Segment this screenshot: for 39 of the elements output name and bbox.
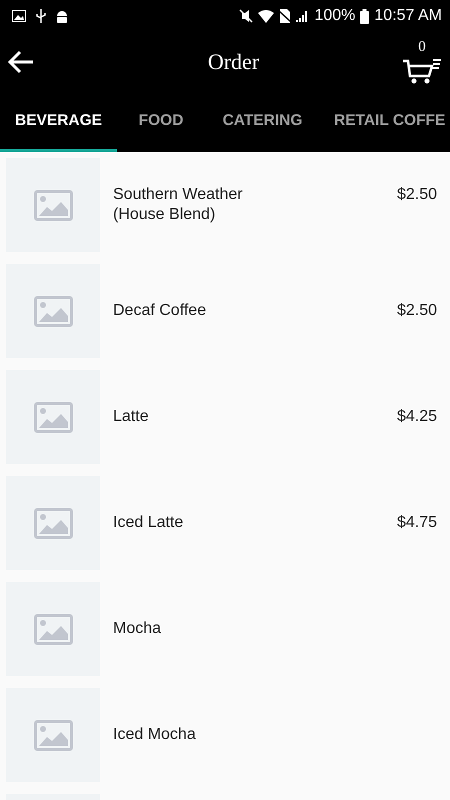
usb-icon [36,9,46,23]
page-title: Order [208,49,260,75]
item-price: $2.50 [396,301,437,321]
signal-icon [296,10,310,22]
android-icon [56,10,68,22]
item-price: $4.25 [396,407,437,427]
item-name: Mocha [113,619,162,639]
item-name: Iced Mocha [113,725,196,745]
menu-item[interactable]: Decaf Coffee $2.50 [0,258,450,364]
item-price: $2.50 [396,185,437,205]
item-name: Decaf Coffee [113,301,206,321]
no-sim-icon [279,9,292,23]
category-tab[interactable]: RETAIL COFFE [320,92,446,152]
clock-time: 10:57 AM [374,7,442,25]
battery-percent: 100% [314,7,356,25]
menu-item[interactable]: Iced Mocha [0,682,450,788]
item-name: Southern Weather (House Blend) [113,185,243,225]
item-name: Iced Latte [113,513,184,533]
wifi-icon [258,10,274,22]
item-price: $4.75 [396,513,437,533]
item-name: Latte [113,407,149,427]
image-icon [34,296,72,326]
cart-count: 0 [418,40,426,54]
category-tab[interactable]: CATERING [205,92,320,152]
image-icon [34,190,72,220]
image-icon [34,508,72,538]
category-tab[interactable]: BEVERAGE [0,92,117,152]
image-notification-icon [12,10,26,22]
back-arrow-icon[interactable] [7,50,35,74]
image-icon [34,614,72,644]
menu-item[interactable]: Mocha [0,576,450,682]
mute-icon [239,9,254,23]
menu-item[interactable]: Latte $4.25 [0,364,450,470]
menu-item[interactable]: Iced Latte $4.75 [0,470,450,576]
menu-item[interactable]: Southern Weather (House Blend) $2.50 [0,152,450,258]
image-icon [34,720,72,750]
image-icon [34,402,72,432]
category-tab[interactable]: FOOD [117,92,205,152]
battery-icon [360,8,370,24]
